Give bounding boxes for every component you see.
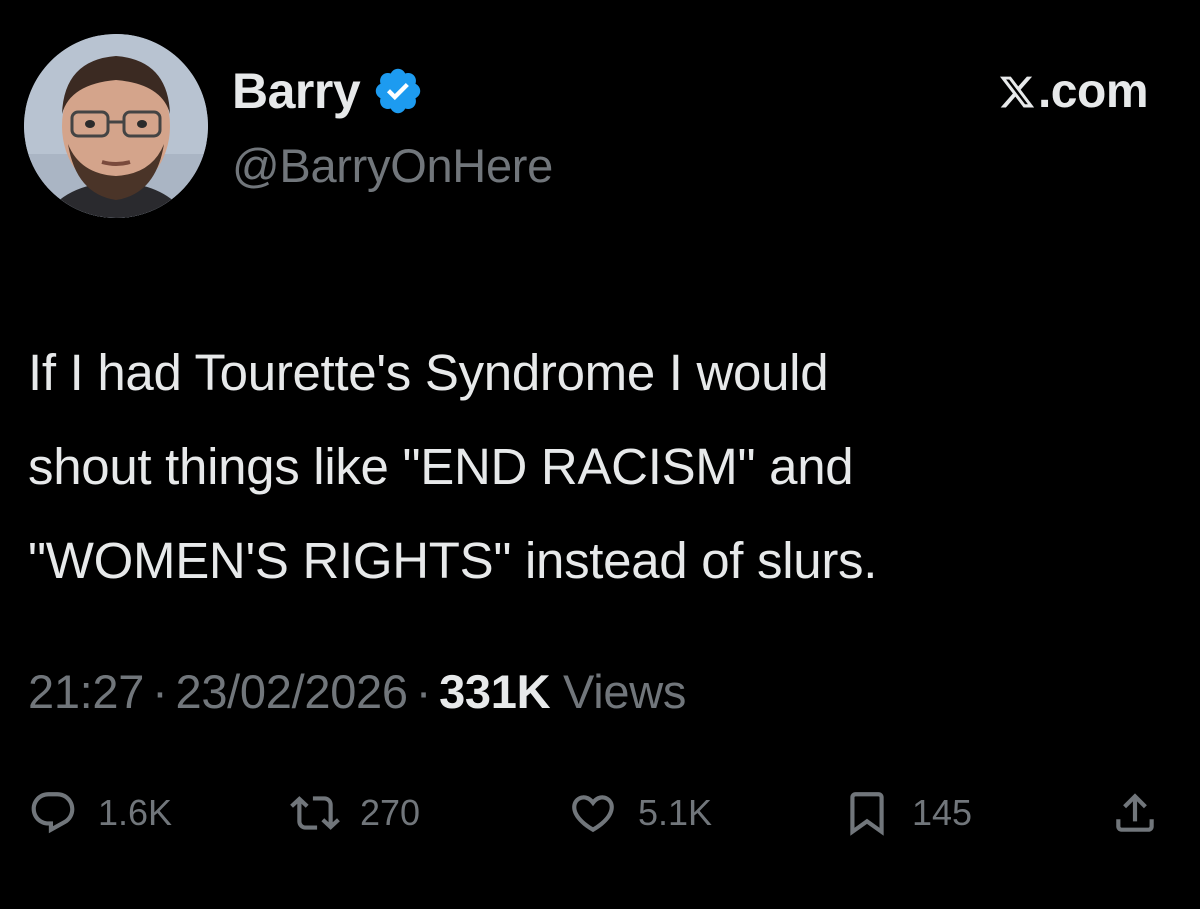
share-button[interactable] [1110, 778, 1160, 848]
views-count: 331K [439, 665, 551, 718]
tweet-meta: 21:27 · 23/02/2026 · 331K Views [28, 664, 686, 719]
heart-icon [568, 788, 618, 838]
like-count: 5.1K [638, 792, 713, 833]
display-name[interactable]: Barry [232, 62, 361, 120]
meta-separator: · [152, 665, 168, 718]
author-handle[interactable]: @BarryOnHere [232, 138, 553, 193]
meta-separator: · [415, 665, 432, 718]
tweet-time[interactable]: 21:27 [28, 665, 144, 718]
reply-icon [28, 788, 78, 838]
share-icon [1110, 788, 1160, 838]
avatar[interactable] [24, 34, 208, 218]
reply-count: 1.6K [98, 792, 173, 833]
avatar-image [24, 34, 208, 218]
action-bar: 1.6K 270 5.1K 145 [0, 778, 1200, 848]
tweet-line: shout things like "END RACISM" and [28, 438, 854, 495]
brand-domain: .com [1037, 65, 1149, 118]
tweet-date[interactable]: 23/02/2026 [175, 665, 408, 718]
bookmark-count: 145 [912, 792, 973, 833]
author-name-row: Barry [232, 58, 424, 124]
bookmark-button[interactable]: 145 [842, 778, 972, 848]
repost-count: 270 [360, 792, 421, 833]
tweet-line: If I had Tourette's Syndrome I would [28, 344, 829, 401]
reply-button[interactable]: 1.6K [28, 778, 172, 848]
repost-button[interactable]: 270 [290, 778, 420, 848]
x-logo-icon [998, 72, 1036, 112]
tweet-text: If I had Tourette's Syndrome I would sho… [28, 326, 1178, 608]
tweet-card: Barry @BarryOnHere .com If I had Tourett… [0, 0, 1200, 909]
repost-icon [290, 788, 340, 838]
verified-badge-icon [372, 65, 424, 117]
bookmark-icon [842, 788, 892, 838]
like-button[interactable]: 5.1K [568, 778, 712, 848]
views-label: Views [563, 665, 687, 718]
tweet-line: "WOMEN'S RIGHTS" instead of slurs. [28, 532, 878, 589]
brand-logo: .com [998, 64, 1149, 119]
